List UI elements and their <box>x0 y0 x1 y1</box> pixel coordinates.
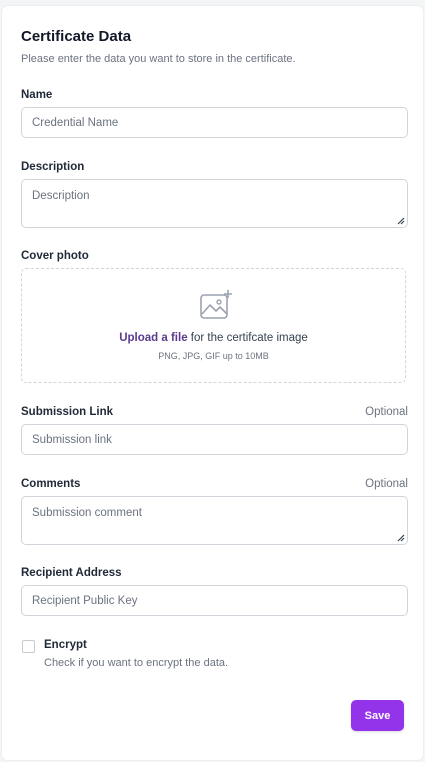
encrypt-label[interactable]: Encrypt <box>44 639 87 651</box>
upload-prompt-text: for the certifcate image <box>187 332 308 344</box>
description-placeholder: Description <box>32 190 90 202</box>
recipient-address-label: Recipient Address <box>21 567 122 579</box>
submission-link-optional: Optional <box>365 406 408 418</box>
submission-link-input[interactable]: Submission link <box>21 424 408 455</box>
form-title: Certificate Data <box>21 28 132 45</box>
comments-optional: Optional <box>365 478 408 490</box>
encrypt-help-text: Check if you want to encrypt the data. <box>44 657 229 669</box>
submission-link-label: Submission Link <box>21 406 114 418</box>
description-label: Description <box>21 161 85 173</box>
encrypt-checkbox[interactable] <box>22 640 35 653</box>
name-label: Name <box>21 89 53 101</box>
form-subtitle: Please enter the data you want to store … <box>21 53 296 65</box>
credential-name-placeholder: Credential Name <box>32 117 119 129</box>
credential-name-input[interactable]: Credential Name <box>21 107 408 138</box>
comments-placeholder: Submission comment <box>32 507 142 519</box>
upload-prompt: Upload a file for the certifcate image <box>22 332 405 344</box>
description-textarea[interactable]: Description <box>21 179 408 228</box>
upload-hint: PNG, JPG, GIF up to 10MB <box>158 351 269 361</box>
recipient-address-input[interactable]: Recipient Public Key <box>21 585 408 616</box>
upload-file-link[interactable]: Upload a file <box>119 332 187 344</box>
resize-handle-icon[interactable] <box>396 216 405 225</box>
submission-link-placeholder: Submission link <box>32 434 112 446</box>
comments-textarea[interactable]: Submission comment <box>21 496 408 545</box>
comments-label: Comments <box>21 478 81 490</box>
cover-photo-label: Cover photo <box>21 250 89 262</box>
cover-photo-dropzone[interactable]: Upload a file for the certifcate image P… <box>21 268 406 383</box>
recipient-address-placeholder: Recipient Public Key <box>32 595 138 607</box>
image-add-icon <box>200 290 232 319</box>
certificate-form-card: Certificate Data Please enter the data y… <box>2 6 423 760</box>
save-button[interactable]: Save <box>351 700 404 731</box>
resize-handle-icon[interactable] <box>396 533 405 542</box>
